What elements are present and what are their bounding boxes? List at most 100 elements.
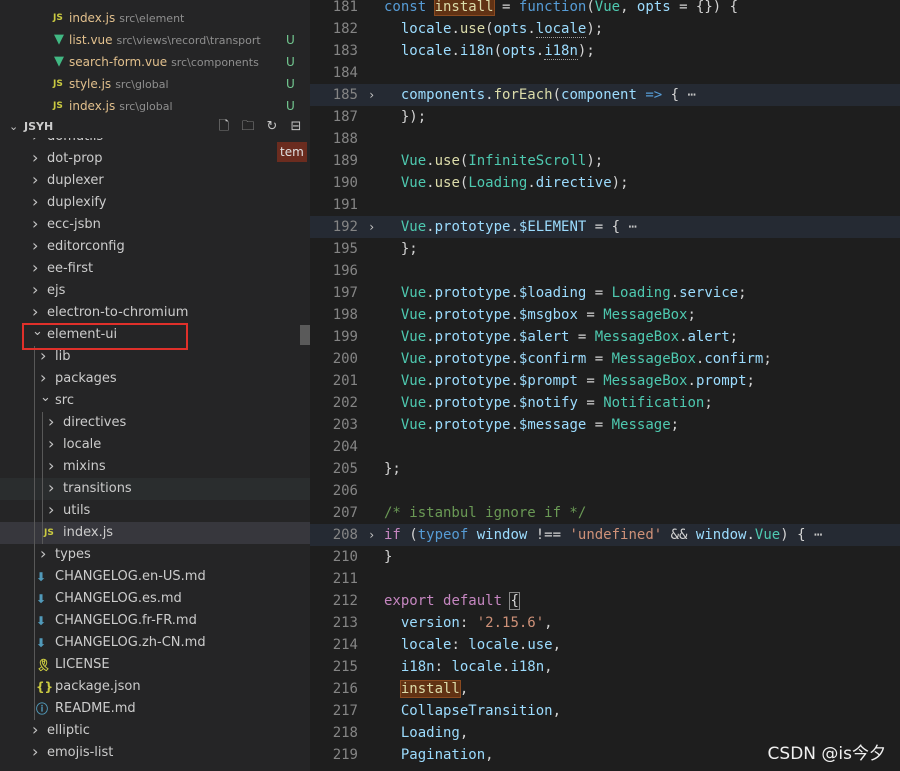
code-line[interactable]: 196 <box>310 260 900 282</box>
tree-item-elliptic[interactable]: › elliptic <box>0 720 310 742</box>
code-token: ); <box>577 43 595 59</box>
tree-item-mixins[interactable]: › mixins <box>0 456 310 478</box>
code-line[interactable]: 192 › Vue.prototype.$ELEMENT = { ⋯ <box>310 216 900 238</box>
tree-item-dot-prop[interactable]: › dot-prop <box>0 148 310 170</box>
code-token: = <box>586 417 612 433</box>
chevron-down-icon[interactable]: ⌄ <box>9 120 18 133</box>
code-line[interactable]: 197 Vue.prototype.$loading = Loading.ser… <box>310 282 900 304</box>
code-line[interactable]: 183 locale.i18n(opts.i18n); <box>310 40 900 62</box>
code-token: function <box>518 0 587 15</box>
code-line[interactable]: 189 Vue.use(InfiniteScroll); <box>310 150 900 172</box>
code-line[interactable]: 185 › components.forEach(component => { ⋯ <box>310 84 900 106</box>
code-line[interactable]: 181 const install = function(Vue, opts = … <box>310 0 900 18</box>
code-line[interactable]: 208 › if (typeof window !== 'undefined' &&… <box>310 524 900 546</box>
code-line[interactable]: 199 Vue.prototype.$alert = MessageBox.al… <box>310 326 900 348</box>
watermark: CSDN @is今夕 <box>767 744 886 764</box>
line-number: 198 <box>332 307 358 323</box>
refresh-icon[interactable]: ↻ <box>264 119 280 135</box>
code-line[interactable]: 215 i18n: locale.i18n, <box>310 656 900 678</box>
fold-chevron-icon[interactable]: › <box>368 216 375 238</box>
code-line[interactable]: 213 version: '2.15.6', <box>310 612 900 634</box>
code-token: Vue <box>400 285 427 301</box>
code-line[interactable]: 206 <box>310 480 900 502</box>
tree-item-locale[interactable]: › locale <box>0 434 310 456</box>
fold-chevron-icon[interactable]: › <box>368 524 375 546</box>
code-token: => <box>645 87 663 103</box>
code-token: Vue <box>400 373 427 389</box>
code-line[interactable]: 205}; <box>310 458 900 480</box>
collapse-all-icon[interactable]: ⊟ <box>288 119 304 135</box>
open-editor-path: src\global <box>119 100 173 113</box>
code-line[interactable]: 217 CollapseTransition, <box>310 700 900 722</box>
sidebar-scrollbar-thumb[interactable] <box>300 325 310 345</box>
tree-item-changelog-fr-fr-md[interactable]: ⬇ CHANGELOG.fr-FR.md <box>0 610 310 632</box>
open-editor-item[interactable]: JS style.js src\global U <box>0 73 310 95</box>
untracked-badge: U <box>286 55 295 69</box>
code-editor[interactable]: 181 const install = function(Vue, opts = … <box>310 0 900 771</box>
code-line[interactable]: 182 locale.use(opts.locale); <box>310 18 900 40</box>
open-editor-item[interactable]: ▼ list.vue src\views\record\transport U <box>0 29 310 51</box>
code-line[interactable]: 203 Vue.prototype.$message = Message; <box>310 414 900 436</box>
code-token: . <box>451 43 460 59</box>
code-token: '2.15.6' <box>476 615 545 631</box>
code-line[interactable]: 204 <box>310 436 900 458</box>
open-editor-item[interactable]: JS index.js src\element <box>0 7 310 29</box>
tree-item-ejs[interactable]: › ejs <box>0 280 310 302</box>
tree-item-src[interactable]: ⌄ src <box>0 390 310 412</box>
code-token: ); <box>586 21 604 37</box>
tree-item-utils[interactable]: › utils <box>0 500 310 522</box>
code-line[interactable]: 191 <box>310 194 900 216</box>
code-line[interactable]: 214 locale: locale.use, <box>310 634 900 656</box>
code-line[interactable]: 216 install, <box>310 678 900 700</box>
chevron-right-icon: › <box>32 170 39 189</box>
tree-item-label: CHANGELOG.zh-CN.md <box>55 635 206 650</box>
open-editor-item[interactable]: JS index.js src\global U <box>0 95 310 117</box>
code-token: } <box>384 549 393 565</box>
code-token: $prompt <box>518 373 578 389</box>
tree-item-types[interactable]: › types <box>0 544 310 566</box>
tree-item-emojis-list[interactable]: › emojis-list <box>0 742 310 764</box>
code-line[interactable]: 190 Vue.use(Loading.directive); <box>310 172 900 194</box>
code-token: . <box>510 307 519 323</box>
explorer-section-header[interactable]: ⌄ JSYH 🗋 🗀 ↻ ⊟ <box>0 116 310 138</box>
code-line[interactable]: 198 Vue.prototype.$msgbox = MessageBox; <box>310 304 900 326</box>
tree-item-changelog-en-us-md[interactable]: ⬇ CHANGELOG.en-US.md <box>0 566 310 588</box>
code-token: components <box>400 87 486 103</box>
code-line[interactable]: 211 <box>310 568 900 590</box>
line-number: 201 <box>332 373 358 389</box>
code-line[interactable]: 202 Vue.prototype.$notify = Notification… <box>310 392 900 414</box>
code-line[interactable]: 207 /* istanbul ignore if */ <box>310 502 900 524</box>
tree-item-package-json[interactable]: {} package.json <box>0 676 310 698</box>
tree-item-ee-first[interactable]: › ee-first <box>0 258 310 280</box>
code-token: $notify <box>518 395 578 411</box>
tree-item-changelog-es-md[interactable]: ⬇ CHANGELOG.es.md <box>0 588 310 610</box>
open-editor-item[interactable]: ▼ search-form.vue src\components U <box>0 51 310 73</box>
tree-item-duplexify[interactable]: › duplexify <box>0 192 310 214</box>
tree-item-transitions[interactable]: › transitions <box>0 478 310 500</box>
code-line[interactable]: 187 }); <box>310 106 900 128</box>
code-token: confirm <box>704 351 764 367</box>
code-line[interactable]: 200 Vue.prototype.$confirm = MessageBox.… <box>310 348 900 370</box>
code-line[interactable]: 188 <box>310 128 900 150</box>
code-token: : <box>451 637 469 653</box>
tree-item-directives[interactable]: › directives <box>0 412 310 434</box>
tree-item-license[interactable]: 🎗 LICENSE <box>0 654 310 676</box>
new-folder-icon[interactable]: 🗀 <box>240 119 256 135</box>
code-token: . <box>510 417 519 433</box>
fold-chevron-icon[interactable]: › <box>368 84 375 106</box>
tree-item-electron-to-chromium[interactable]: › electron-to-chromium <box>0 302 310 324</box>
tree-item-index-js[interactable]: JS index.js <box>0 522 310 544</box>
code-line[interactable]: 195 }; <box>310 238 900 260</box>
code-line[interactable]: 212 export default { <box>310 590 900 612</box>
chevron-right-icon: › <box>48 412 55 431</box>
tree-item-label: locale <box>63 437 102 452</box>
tree-item-readme-md[interactable]: ⓘ README.md <box>0 698 310 720</box>
new-file-icon[interactable]: 🗋 <box>216 119 232 135</box>
tree-item-duplexer[interactable]: › duplexer <box>0 170 310 192</box>
code-line[interactable]: 210} <box>310 546 900 568</box>
code-line[interactable]: 201 Vue.prototype.$prompt = MessageBox.p… <box>310 370 900 392</box>
tree-item-ecc-jsbn[interactable]: › ecc-jsbn <box>0 214 310 236</box>
code-line[interactable]: 184 <box>310 62 900 84</box>
tree-item-changelog-zh-cn-md[interactable]: ⬇ CHANGELOG.zh-CN.md <box>0 632 310 654</box>
tree-item-editorconfig[interactable]: › editorconfig <box>0 236 310 258</box>
